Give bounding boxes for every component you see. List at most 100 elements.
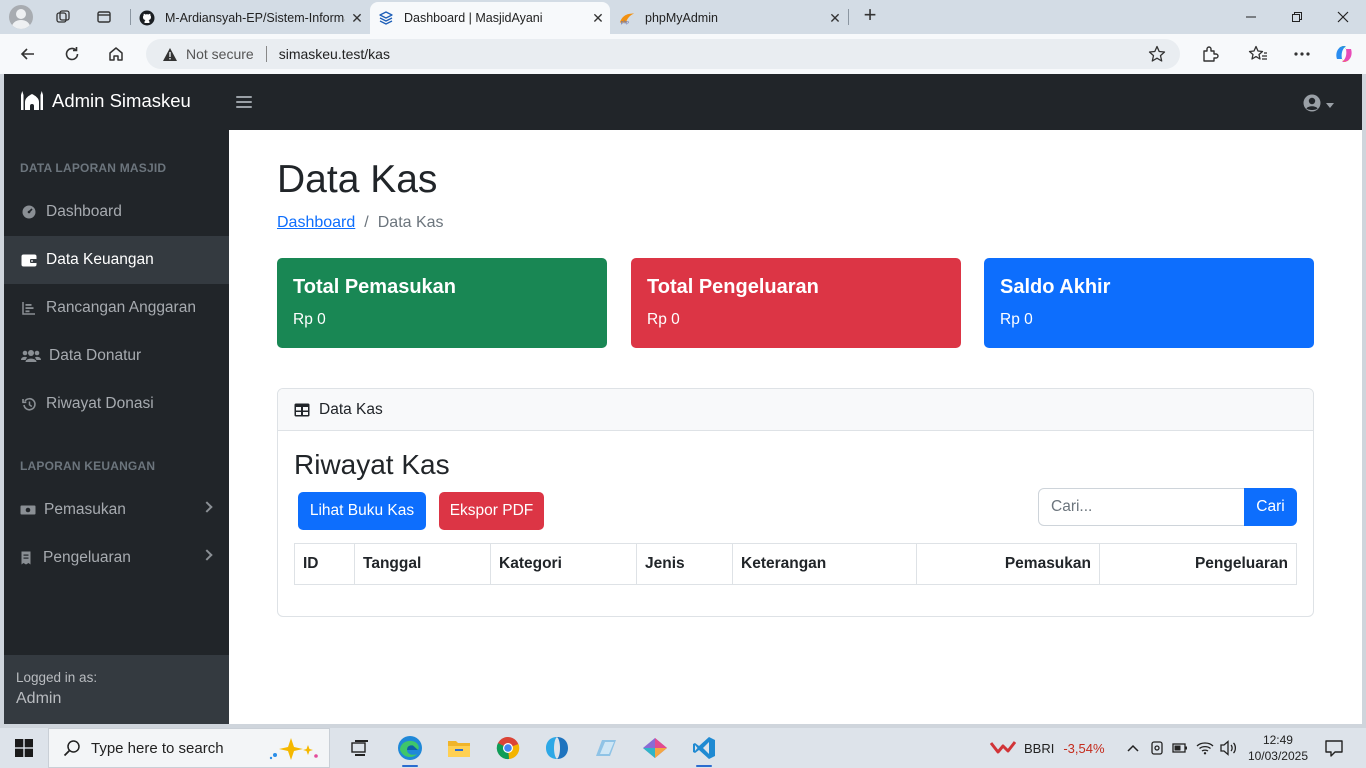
close-tab-icon[interactable]: ✕ bbox=[345, 10, 369, 27]
copilot-icon[interactable] bbox=[1330, 40, 1358, 68]
battery-plug-icon[interactable] bbox=[1172, 741, 1188, 755]
search-button[interactable]: Cari bbox=[1244, 488, 1297, 526]
sidebar-heading: LAPORAN KEUANGAN bbox=[20, 459, 156, 473]
profile-avatar-icon[interactable] bbox=[9, 5, 33, 29]
stock-change: -3,54% bbox=[1063, 740, 1105, 756]
chrome-icon[interactable] bbox=[488, 732, 528, 764]
app-icon-gitkraken[interactable] bbox=[635, 732, 675, 764]
chevron-right-icon bbox=[201, 501, 213, 513]
sidebar-item-label: Data Donatur bbox=[49, 347, 142, 364]
card-total-pengeluaran: Total Pengeluaran Rp 0 bbox=[631, 258, 961, 348]
extensions-icon[interactable] bbox=[1196, 40, 1224, 68]
section-title: Riwayat Kas bbox=[294, 449, 450, 480]
close-window-icon[interactable] bbox=[1320, 0, 1366, 34]
notifications-icon[interactable] bbox=[1314, 732, 1354, 764]
windows-taskbar: Type here to search BBRI -3,54% 12:49 10… bbox=[0, 728, 1366, 768]
sparkle-icon bbox=[265, 737, 321, 765]
home-icon[interactable] bbox=[102, 40, 130, 68]
table-icon bbox=[294, 403, 310, 417]
tab-github[interactable]: M-Ardiansyah-EP/Sistem-Informa ✕ bbox=[131, 2, 369, 34]
search-icon bbox=[63, 739, 81, 757]
sidebar-item-label: Dashboard bbox=[46, 203, 122, 220]
workspaces-icon[interactable] bbox=[50, 5, 76, 29]
app-icon-notes[interactable] bbox=[586, 732, 626, 764]
close-tab-icon[interactable]: ✕ bbox=[823, 10, 847, 27]
layers-icon bbox=[378, 10, 394, 26]
chevron-up-icon[interactable] bbox=[1126, 743, 1140, 753]
column-header-id[interactable]: ID bbox=[294, 543, 355, 585]
clock[interactable]: 12:49 10/03/2025 bbox=[1248, 732, 1308, 764]
users-icon bbox=[20, 347, 41, 365]
taskbar-search[interactable]: Type here to search bbox=[48, 728, 330, 768]
wifi-icon[interactable] bbox=[1196, 741, 1214, 755]
favorite-star-icon[interactable] bbox=[1148, 45, 1166, 66]
gauge-icon bbox=[20, 203, 38, 221]
divider bbox=[265, 46, 267, 62]
sidebar-item-data-donatur[interactable]: Data Donatur bbox=[4, 332, 229, 380]
windows-start-icon[interactable] bbox=[0, 728, 48, 768]
edge-browser-icon[interactable] bbox=[390, 732, 430, 767]
lihat-buku-kas-button[interactable]: Lihat Buku Kas bbox=[298, 492, 426, 530]
card-saldo-akhir: Saldo Akhir Rp 0 bbox=[984, 258, 1314, 348]
task-view-icon[interactable] bbox=[340, 732, 380, 764]
address-bar[interactable]: Not secure simaskeu.test/kas bbox=[146, 39, 1180, 69]
sidebar-item-riwayat-donasi[interactable]: Riwayat Donasi bbox=[4, 380, 229, 428]
logged-in-user: Admin bbox=[16, 690, 62, 707]
sidebar-item-label: Riwayat Donasi bbox=[46, 395, 154, 412]
stock-ticker: BBRI bbox=[1024, 740, 1055, 756]
sidebar-item-pengeluaran[interactable]: Pengeluaran bbox=[4, 534, 229, 582]
tab-actions-icon[interactable] bbox=[91, 5, 117, 29]
column-header-jenis[interactable]: Jenis bbox=[636, 543, 733, 585]
volume-icon[interactable] bbox=[1220, 740, 1238, 756]
sidebar-heading: DATA LAPORAN MASJID bbox=[20, 161, 167, 175]
tab-title: M-Ardiansyah-EP/Sistem-Informa bbox=[165, 11, 345, 25]
warning-icon[interactable] bbox=[162, 46, 178, 62]
more-menu-icon[interactable] bbox=[1288, 40, 1316, 68]
user-menu[interactable] bbox=[1303, 94, 1334, 117]
panel-body: Riwayat Kas Lihat Buku Kas Ekspor PDF Ca… bbox=[278, 431, 1313, 616]
card-value: Rp 0 bbox=[1000, 311, 1033, 328]
breadcrumb-link-dashboard[interactable]: Dashboard bbox=[277, 214, 355, 232]
favorites-icon[interactable] bbox=[1244, 40, 1272, 68]
minimize-icon[interactable] bbox=[1228, 0, 1274, 34]
new-tab-icon[interactable]: + bbox=[857, 2, 883, 27]
brand[interactable]: Admin Simaskeu bbox=[20, 90, 191, 112]
sidebar-item-rancangan-anggaran[interactable]: Rancangan Anggaran bbox=[4, 284, 229, 332]
logged-in-label: Logged in as: bbox=[16, 670, 98, 685]
back-icon[interactable] bbox=[14, 40, 42, 68]
app-window: Admin Simaskeu DATA LAPORAN MASJID Dashb… bbox=[4, 74, 1362, 724]
tab-dashboard[interactable]: Dashboard | MasjidAyani ✕ bbox=[370, 2, 610, 34]
data-kas-panel: Data Kas Riwayat Kas Lihat Buku Kas Eksp… bbox=[277, 388, 1314, 617]
card-title: Saldo Akhir bbox=[1000, 276, 1111, 298]
card-title: Total Pemasukan bbox=[293, 276, 457, 298]
close-tab-icon[interactable]: ✕ bbox=[586, 10, 610, 27]
column-header-tanggal[interactable]: Tanggal bbox=[354, 543, 491, 585]
column-header-pemasukan[interactable]: Pemasukan bbox=[916, 543, 1100, 585]
app-icon-blue[interactable] bbox=[537, 732, 577, 764]
ekspor-pdf-button[interactable]: Ekspor PDF bbox=[439, 492, 544, 530]
sidebar-item-data-keuangan[interactable]: Data Keuangan bbox=[4, 236, 229, 284]
file-explorer-icon[interactable] bbox=[439, 732, 479, 764]
sidebar-footer: Logged in as: Admin bbox=[4, 655, 229, 724]
restore-icon[interactable] bbox=[1274, 0, 1320, 34]
card-title: Total Pengeluaran bbox=[647, 276, 819, 298]
kas-table: ID Tanggal Kategori Jenis Keterangan Pem… bbox=[294, 543, 1297, 585]
clock-date: 10/03/2025 bbox=[1247, 749, 1308, 763]
sidebar-item-dashboard[interactable]: Dashboard bbox=[4, 188, 229, 236]
vscode-icon[interactable] bbox=[684, 732, 724, 767]
url-text[interactable]: simaskeu.test/kas bbox=[279, 46, 390, 62]
history-icon bbox=[20, 395, 38, 413]
column-header-pengeluaran[interactable]: Pengeluaran bbox=[1099, 543, 1297, 585]
stock-widget[interactable]: BBRI -3,54% bbox=[990, 728, 1105, 768]
meet-icon[interactable] bbox=[1150, 740, 1164, 756]
security-label[interactable]: Not secure bbox=[186, 46, 254, 62]
sidebar-item-pemasukan[interactable]: Pemasukan bbox=[4, 486, 229, 534]
sidebar-toggle-icon[interactable] bbox=[236, 94, 252, 110]
sidebar-item-label: Pengeluaran bbox=[43, 549, 131, 566]
panel-header: Data Kas bbox=[278, 389, 1313, 431]
column-header-kategori[interactable]: Kategori bbox=[490, 543, 637, 585]
search-input[interactable] bbox=[1038, 488, 1246, 526]
tab-phpmyadmin[interactable]: php phpMyAdmin ✕ bbox=[611, 2, 847, 34]
column-header-keterangan[interactable]: Keterangan bbox=[732, 543, 917, 585]
refresh-icon[interactable] bbox=[58, 40, 86, 68]
